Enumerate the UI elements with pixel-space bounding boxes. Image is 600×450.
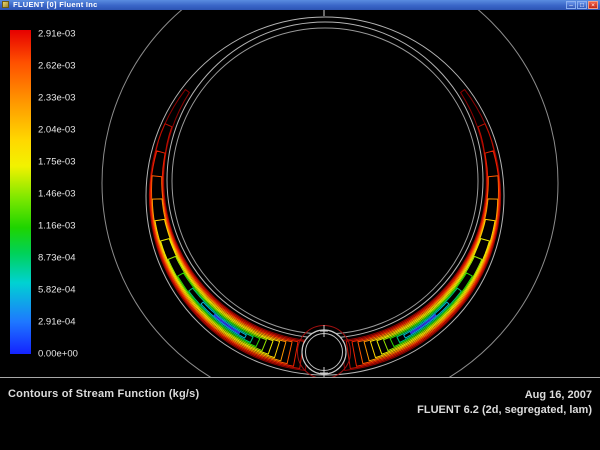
legend-label: 1.16e-03 <box>38 221 76 232</box>
legend-label: 5.82e-04 <box>38 285 76 296</box>
legend-label: 2.91e-04 <box>38 317 76 328</box>
close-button[interactable]: × <box>588 1 598 9</box>
legend-label: 2.91e-03 <box>38 29 76 40</box>
graphics-viewport[interactable]: 2.91e-03 2.62e-03 2.33e-03 2.04e-03 1.75e-03… <box>0 10 600 377</box>
app-icon <box>2 1 9 8</box>
caption-bar: Contours of Stream Function (kg/s) Aug 1… <box>0 377 600 450</box>
plot-caption: Contours of Stream Function (kg/s) <box>8 388 199 400</box>
minimize-button[interactable]: – <box>566 1 576 9</box>
caption-date: Aug 16, 2007 <box>417 388 592 403</box>
legend-label: 0.00e+00 <box>38 349 78 360</box>
inner-wall-circle <box>167 22 483 338</box>
caption-right: Aug 16, 2007 FLUENT 6.2 (2d, segregated,… <box>417 388 592 418</box>
maximize-button[interactable]: □ <box>577 1 587 9</box>
legend-colorbar <box>10 30 31 354</box>
outer-wall-circle <box>146 17 504 375</box>
inner-wall-circle-2 <box>172 28 478 334</box>
legend-label: 2.04e-03 <box>38 125 76 136</box>
legend-label: 2.62e-03 <box>38 61 76 72</box>
window-controls: – □ × <box>566 1 598 9</box>
legend-label: 8.73e-04 <box>38 253 76 264</box>
legend-label: 1.46e-03 <box>38 189 76 200</box>
enclosure-circle <box>102 10 558 377</box>
legend-label: 2.33e-03 <box>38 93 76 104</box>
legend-label: 1.75e-03 <box>38 157 76 168</box>
window-title: FLUENT [0] Fluent Inc <box>13 0 98 10</box>
fluent-window: FLUENT [0] Fluent Inc – □ × 2.91e-03 2.62… <box>0 0 600 450</box>
contour-plot: 2.91e-03 2.62e-03 2.33e-03 2.04e-03 1.75e-03… <box>0 10 600 377</box>
caption-solver: FLUENT 6.2 (2d, segregated, lam) <box>417 403 592 418</box>
